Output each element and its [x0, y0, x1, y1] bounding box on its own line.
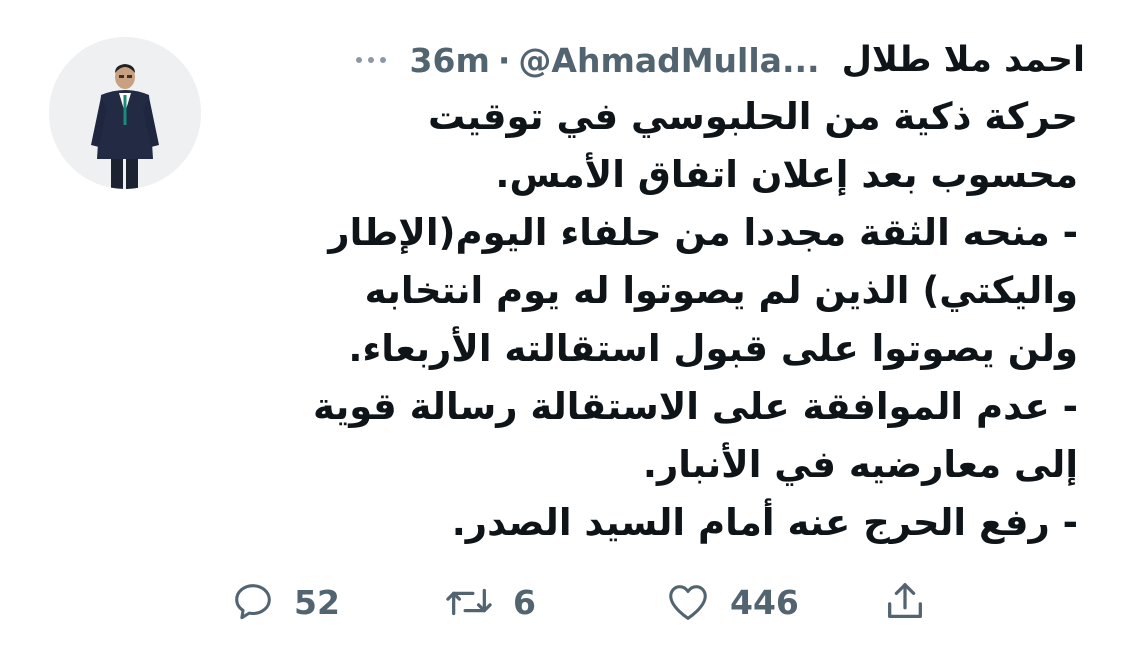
tweet-header: 36m · @AhmadMulla... احمد ملا طلال: [225, 30, 1085, 90]
tweet-line: - رفع الحرج عنه أمام السيد الصدر.: [451, 501, 1078, 544]
tweet-line: محسوب بعد إعلان اتفاق الأمس.: [495, 153, 1078, 196]
tweet-line: - منحه الثقة مجددا من حلفاء اليوم(الإطار: [328, 211, 1078, 254]
avatar[interactable]: [49, 37, 201, 189]
meta-separator: ·: [497, 40, 511, 80]
retweet-icon: [446, 588, 492, 616]
author-name[interactable]: احمد ملا طلال: [842, 40, 1085, 80]
share-button[interactable]: [882, 572, 928, 632]
like-button[interactable]: 446: [664, 572, 799, 632]
reply-button[interactable]: 52: [230, 572, 340, 632]
tweet-actions: 52 6 446: [0, 572, 1125, 632]
more-dots-icon[interactable]: [355, 40, 386, 80]
tweet-line: واليكتي) الذين لم يصوتوا له يوم انتخابه: [364, 269, 1078, 312]
heart-icon: [669, 585, 707, 620]
retweet-count: 6: [513, 582, 536, 622]
tweet-time[interactable]: 36m: [410, 41, 490, 80]
reply-count: 52: [294, 582, 340, 622]
tweet-line: حركة ذكية من الحلبوسي في توقيت: [427, 95, 1078, 138]
tweet-line: ولن يصوتوا على قبول استقالته الأربعاء.: [348, 327, 1078, 370]
avatar-person-image: [49, 37, 201, 189]
author-handle[interactable]: @AhmadMulla...: [518, 41, 819, 80]
like-count: 446: [730, 582, 799, 622]
tweet-text: حركة ذكية من الحلبوسي في توقيت محسوب بعد…: [218, 88, 1078, 552]
retweet-button[interactable]: 6: [443, 572, 536, 632]
tweet-line: - عدم الموافقة على الاستقالة رسالة قوية: [312, 385, 1078, 428]
tweet-line: إلى معارضيه في الأنبار.: [642, 443, 1078, 486]
reply-bubble-icon: [235, 584, 271, 620]
share-icon: [888, 583, 922, 619]
